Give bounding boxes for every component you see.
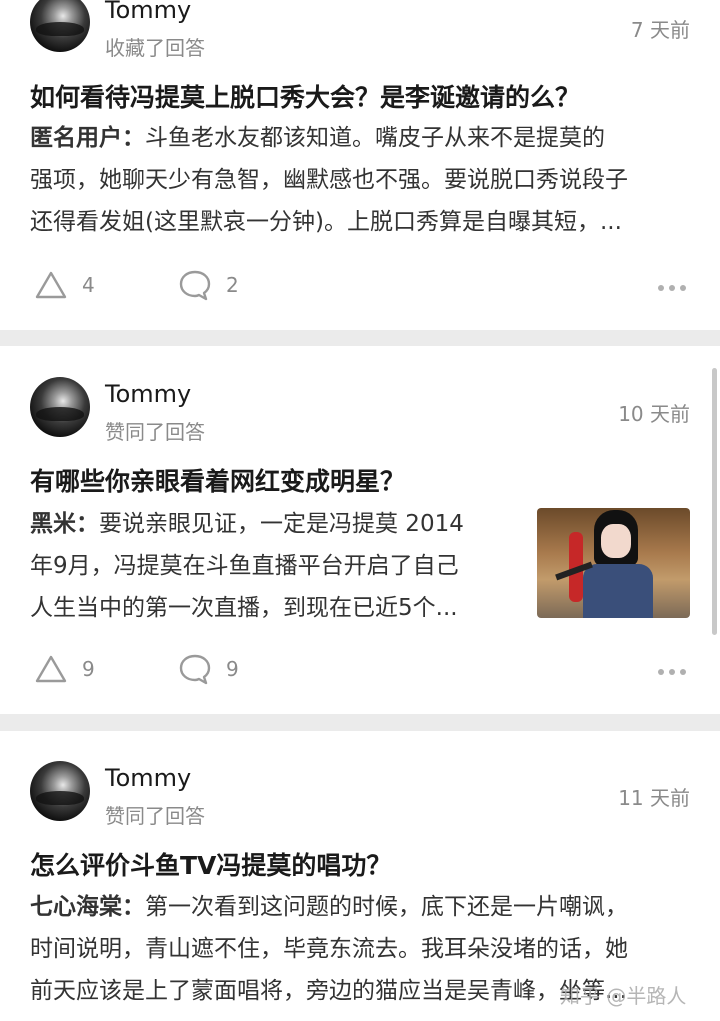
- user-avatar[interactable]: [30, 761, 90, 821]
- comment-button[interactable]: 9: [178, 653, 239, 685]
- like-count: 9: [82, 657, 95, 681]
- excerpt-line: 还得看发姐(这里默哀一分钟)。上脱口秀算是自曝其短，...: [30, 209, 622, 235]
- activity-time: 7 天前: [630, 18, 690, 42]
- user-avatar[interactable]: [30, 377, 90, 437]
- like-count: 4: [82, 273, 95, 297]
- activity-action: 赞同了回答: [105, 804, 205, 828]
- user-name[interactable]: Tommy: [105, 380, 191, 408]
- user-name[interactable]: Tommy: [105, 0, 191, 24]
- comment-bubble-icon: [179, 270, 211, 301]
- answer-author: 黑米：: [30, 511, 99, 537]
- question-title[interactable]: 有哪些你亲眼看着网红变成明星？: [30, 462, 405, 498]
- activity-time: 11 天前: [618, 786, 690, 810]
- answer-excerpt[interactable]: 匿名用户：斗鱼老水友都该知道。嘴皮子从来不是提莫的 强项，她聊天少有急智，幽默感…: [30, 117, 695, 243]
- excerpt-line: 时间说明，青山遮不住，毕竟东流去。我耳朵没堵的话，她: [30, 936, 628, 962]
- like-triangle-icon: [35, 271, 67, 299]
- question-title[interactable]: 如何看待冯提莫上脱口秀大会？是李诞邀请的么？: [30, 78, 580, 114]
- feed-card-3[interactable]: Tommy 赞同了回答 11 天前 怎么评价斗鱼TV冯提莫的唱功？ 七心海棠：第…: [0, 731, 720, 1021]
- scrollbar[interactable]: [712, 368, 717, 635]
- user-name[interactable]: Tommy: [105, 764, 191, 792]
- excerpt-line: 年9月，冯提莫在斗鱼直播平台开启了自己: [30, 553, 459, 579]
- feed-card-2[interactable]: Tommy 赞同了回答 10 天前 有哪些你亲眼看着网红变成明星？ 黑米：要说亲…: [0, 346, 720, 714]
- more-dots-icon[interactable]: [658, 669, 686, 675]
- like-button[interactable]: 9: [34, 654, 95, 684]
- like-triangle-icon: [35, 655, 67, 683]
- excerpt-line: 人生当中的第一次直播，到现在已近5个...: [30, 595, 458, 621]
- answer-thumbnail[interactable]: [537, 508, 690, 618]
- comment-count: 2: [226, 273, 239, 297]
- more-dots-icon[interactable]: [658, 285, 686, 291]
- question-title[interactable]: 怎么评价斗鱼TV冯提莫的唱功？: [30, 846, 391, 882]
- feed-card-1[interactable]: Tommy 收藏了回答 7 天前 如何看待冯提莫上脱口秀大会？是李诞邀请的么？ …: [0, 0, 720, 330]
- comment-count: 9: [226, 657, 239, 681]
- like-button[interactable]: 4: [34, 270, 95, 300]
- watermark: 知乎 @半路人: [560, 984, 687, 1008]
- answer-author: 七心海棠：: [30, 894, 145, 920]
- excerpt-line: 第一次看到这问题的时候，底下还是一片嘲讽，: [145, 894, 628, 920]
- answer-author: 匿名用户：: [30, 125, 145, 151]
- user-avatar[interactable]: [30, 0, 90, 52]
- activity-action: 赞同了回答: [105, 420, 205, 444]
- excerpt-line: 要说亲眼见证，一定是冯提莫 2014: [99, 511, 464, 537]
- activity-time: 10 天前: [618, 402, 690, 426]
- excerpt-line: 强项，她聊天少有急智，幽默感也不强。要说脱口秀说段子: [30, 167, 628, 193]
- comment-bubble-icon: [179, 654, 211, 685]
- answer-excerpt[interactable]: 黑米：要说亲眼见证，一定是冯提莫 2014 年9月，冯提莫在斗鱼直播平台开启了自…: [30, 503, 525, 629]
- activity-action: 收藏了回答: [105, 36, 205, 60]
- comment-button[interactable]: 2: [178, 269, 239, 301]
- excerpt-line: 斗鱼老水友都该知道。嘴皮子从来不是提莫的: [145, 125, 605, 151]
